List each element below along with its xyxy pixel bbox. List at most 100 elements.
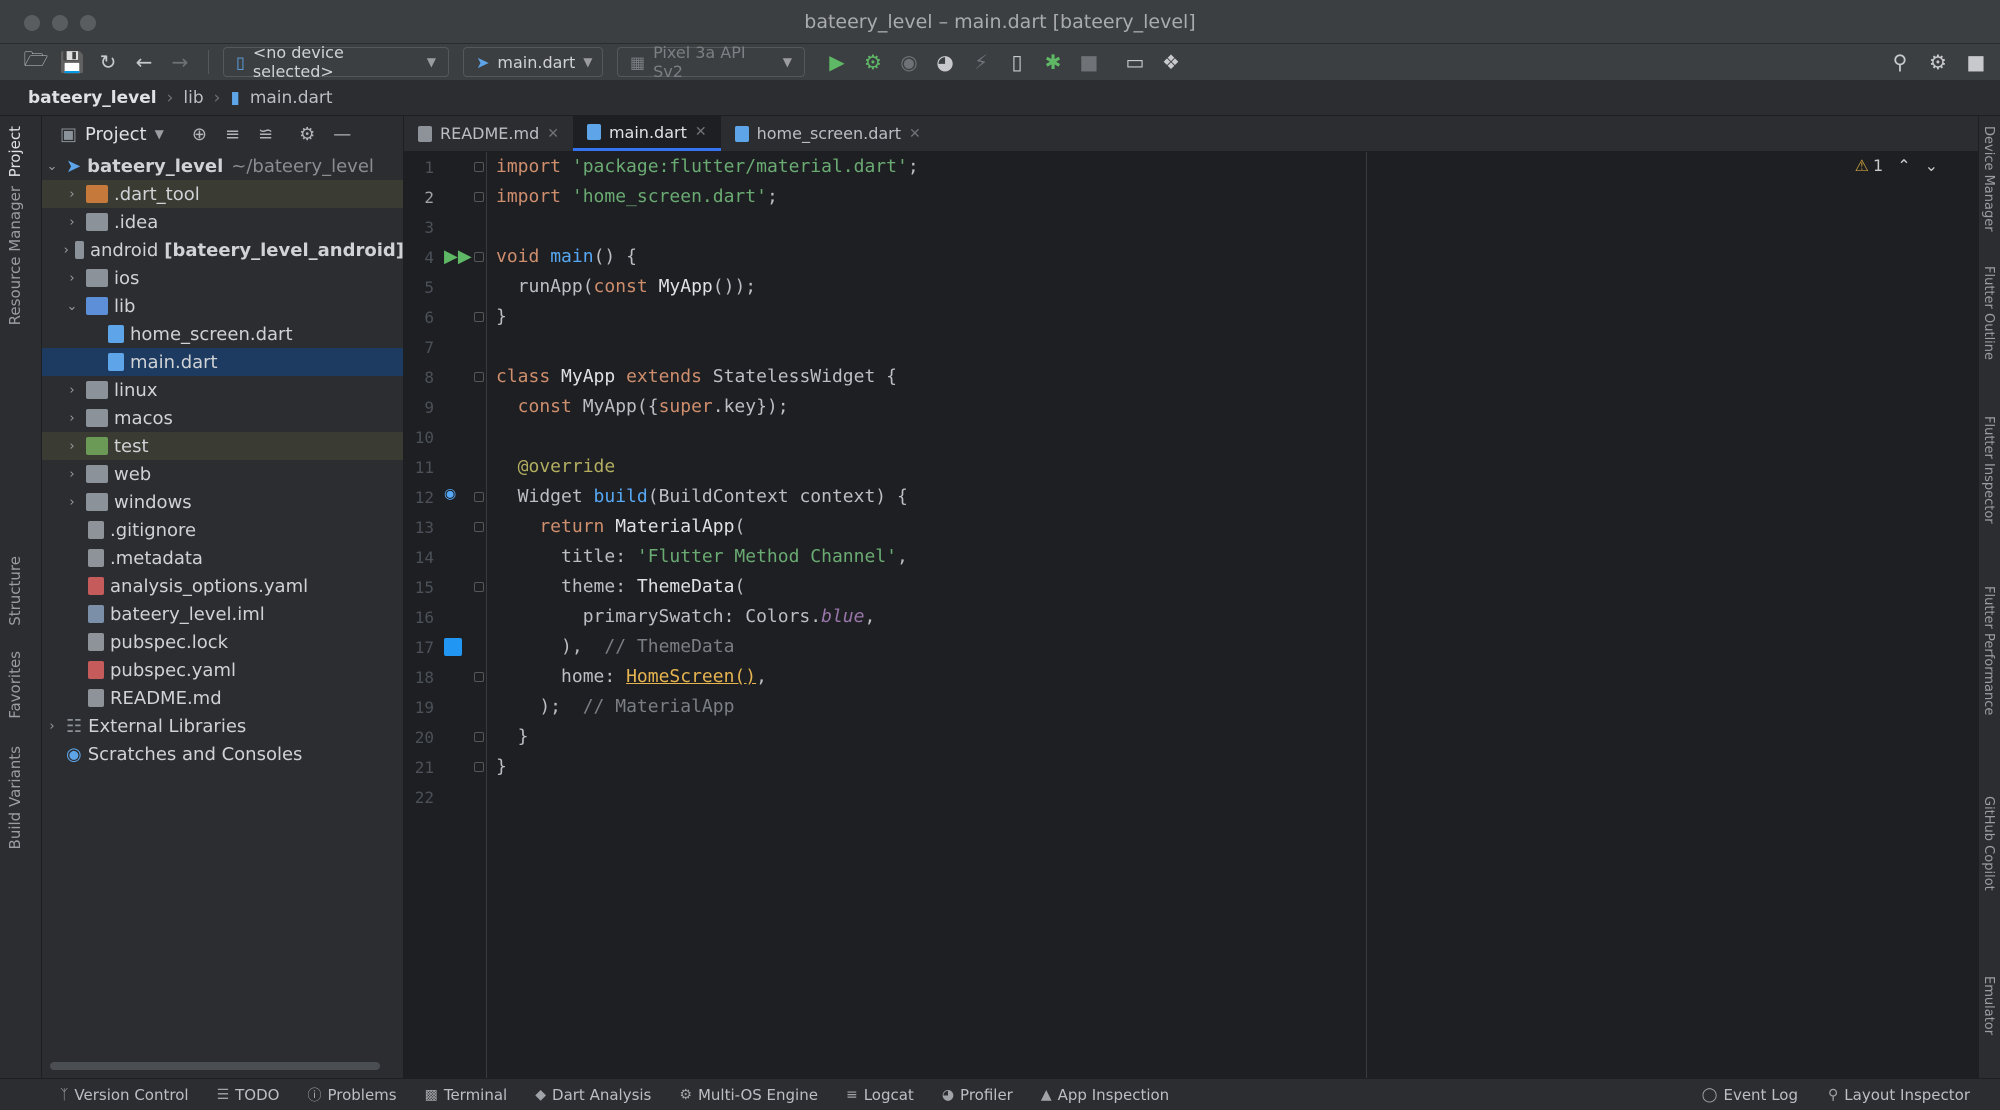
chevron-right-icon[interactable]: › bbox=[62, 439, 82, 454]
locate-icon[interactable]: ⊕ bbox=[192, 124, 207, 145]
hide-panel-icon[interactable]: — bbox=[333, 124, 351, 145]
tree-item[interactable]: pubspec.yaml bbox=[42, 656, 403, 684]
tool-tab-github-copilot[interactable]: GitHub Copilot bbox=[1981, 796, 1996, 891]
sync-icon[interactable]: ↻ bbox=[94, 48, 122, 76]
window-controls[interactable] bbox=[24, 15, 96, 31]
fold-marker-icon[interactable] bbox=[474, 372, 484, 382]
tool-tab-logcat[interactable]: ≡ Logcat bbox=[846, 1086, 914, 1104]
tree-item[interactable]: › macos bbox=[42, 404, 403, 432]
fold-marker-icon[interactable] bbox=[474, 732, 484, 742]
device-file-icon[interactable]: ▯ bbox=[1003, 48, 1031, 76]
tool-tab-emulator[interactable]: Emulator bbox=[1981, 976, 1996, 1035]
fold-marker-icon[interactable] bbox=[474, 162, 484, 172]
breadcrumb-dir[interactable]: lib bbox=[183, 88, 203, 108]
tree-item[interactable]: pubspec.lock bbox=[42, 628, 403, 656]
close-window-button[interactable] bbox=[24, 15, 40, 31]
fold-marker-icon[interactable] bbox=[474, 252, 484, 262]
chevron-right-icon[interactable]: › bbox=[62, 411, 82, 426]
tool-tab-layout-inspector[interactable]: ⚲ Layout Inspector bbox=[1828, 1086, 1970, 1104]
tool-tab-dart-analysis[interactable]: ◆ Dart Analysis bbox=[535, 1086, 651, 1104]
tool-tab-problems[interactable]: ⓘ Problems bbox=[307, 1085, 396, 1105]
debug-icon[interactable]: ⚙ bbox=[859, 48, 887, 76]
gear-icon[interactable]: ⚙ bbox=[299, 124, 315, 145]
tree-item[interactable]: › .idea bbox=[42, 208, 403, 236]
fold-marker-icon[interactable] bbox=[474, 192, 484, 202]
tree-item[interactable]: › ios bbox=[42, 264, 403, 292]
chevron-down-icon[interactable]: ▼ bbox=[155, 127, 164, 141]
tree-item[interactable]: ◉ Scratches and Consoles bbox=[42, 740, 403, 768]
device-selector[interactable]: ▯ <no device selected> ▼ bbox=[223, 43, 449, 81]
tool-tab-resource-manager[interactable]: Resource Manager bbox=[6, 186, 24, 325]
apply-changes-icon[interactable]: ✱ bbox=[1039, 48, 1067, 76]
tool-tab-version-control[interactable]: ᛉ Version Control bbox=[60, 1086, 189, 1104]
fold-marker-icon[interactable] bbox=[474, 492, 484, 502]
sdk-manager-icon[interactable]: ❖ bbox=[1157, 48, 1185, 76]
tree-root[interactable]: ⌄ ➤ bateery_level ~/bateery_level bbox=[42, 152, 403, 180]
tree-item[interactable]: .metadata bbox=[42, 544, 403, 572]
fold-marker-icon[interactable] bbox=[474, 312, 484, 322]
horizontal-scrollbar[interactable] bbox=[50, 1062, 380, 1070]
tree-item[interactable]: › android [bateery_level_android] bbox=[42, 236, 403, 264]
tree-item[interactable]: › web bbox=[42, 460, 403, 488]
close-icon[interactable]: ✕ bbox=[547, 126, 559, 142]
back-icon[interactable]: ← bbox=[130, 48, 158, 76]
tab-home-screen-dart[interactable]: home_screen.dart ✕ bbox=[721, 116, 935, 151]
tree-item[interactable]: › test bbox=[42, 432, 403, 460]
chevron-right-icon[interactable]: › bbox=[62, 271, 82, 286]
chevron-right-icon[interactable]: › bbox=[62, 467, 82, 482]
chevron-down-icon[interactable]: ⌄ bbox=[42, 159, 62, 174]
device-manager-icon[interactable]: ▭ bbox=[1121, 48, 1149, 76]
tab-readme[interactable]: README.md ✕ bbox=[404, 116, 573, 151]
chevron-right-icon[interactable]: › bbox=[42, 719, 62, 734]
tree-item[interactable]: › ☷ External Libraries bbox=[42, 712, 403, 740]
tree-item[interactable]: home_screen.dart bbox=[42, 320, 403, 348]
close-icon[interactable]: ✕ bbox=[909, 126, 921, 142]
code-editor[interactable]: ⚠ 1 ⌃ ⌄ 1 2 3 4 5 6 7 8 9 10 11 12 13 14… bbox=[404, 152, 1978, 1078]
open-folder-icon[interactable]: 🗁 bbox=[22, 47, 50, 76]
avatar[interactable]: ■ bbox=[1962, 48, 1990, 76]
chevron-right-icon[interactable]: › bbox=[62, 495, 82, 510]
tool-tab-profiler[interactable]: ◕ Profiler bbox=[942, 1086, 1013, 1104]
tool-tab-event-log[interactable]: ◯ Event Log bbox=[1702, 1086, 1798, 1104]
tool-tab-flutter-inspector[interactable]: Flutter Inspector bbox=[1981, 416, 1996, 524]
tab-main-dart[interactable]: main.dart ✕ bbox=[572, 116, 721, 151]
tool-tab-build-variants[interactable]: Build Variants bbox=[6, 746, 24, 849]
maximize-window-button[interactable] bbox=[80, 15, 96, 31]
tree-item[interactable]: .gitignore bbox=[42, 516, 403, 544]
breadcrumb-file[interactable]: main.dart bbox=[250, 88, 333, 108]
tree-item[interactable]: bateery_level.iml bbox=[42, 600, 403, 628]
fold-marker-icon[interactable] bbox=[474, 522, 484, 532]
gear-icon[interactable]: ⚙ bbox=[1924, 48, 1952, 76]
color-swatch-icon[interactable] bbox=[444, 638, 462, 656]
project-view-selector[interactable]: Project bbox=[85, 124, 147, 145]
emulator-selector[interactable]: ▦ Pixel 3a API Sv2 ▼ bbox=[617, 43, 805, 81]
override-gutter-icon[interactable]: ◉ bbox=[444, 486, 462, 504]
tool-tab-structure[interactable]: Structure bbox=[6, 556, 24, 626]
run-gutter-icon[interactable]: ▶▶ bbox=[444, 246, 472, 267]
tool-tab-app-inspection[interactable]: ▲ App Inspection bbox=[1041, 1086, 1169, 1104]
tree-item[interactable]: ⌄ lib bbox=[42, 292, 403, 320]
run-config-selector[interactable]: ➤ main.dart ▼ bbox=[463, 47, 603, 77]
hot-reload-icon[interactable]: ⚡ bbox=[967, 48, 995, 76]
tree-item[interactable]: README.md bbox=[42, 684, 403, 712]
profile-icon[interactable]: ◕ bbox=[931, 48, 959, 76]
tool-tab-device-manager[interactable]: Device Manager bbox=[1981, 126, 1996, 232]
tree-item[interactable]: analysis_options.yaml bbox=[42, 572, 403, 600]
save-icon[interactable]: 💾 bbox=[58, 48, 86, 76]
tool-tab-todo[interactable]: ☰ TODO bbox=[217, 1086, 280, 1104]
tree-item[interactable]: › linux bbox=[42, 376, 403, 404]
tool-tab-terminal[interactable]: ▩ Terminal bbox=[425, 1086, 508, 1104]
tool-tab-flutter-performance[interactable]: Flutter Performance bbox=[1981, 586, 1996, 715]
fold-marker-icon[interactable] bbox=[474, 762, 484, 772]
run-icon[interactable]: ▶ bbox=[823, 48, 851, 76]
search-icon[interactable]: ⚲ bbox=[1886, 48, 1914, 76]
tool-tab-multi-os-engine[interactable]: ⚙ Multi-OS Engine bbox=[679, 1086, 818, 1104]
tree-item[interactable]: main.dart bbox=[42, 348, 403, 376]
forward-icon[interactable]: → bbox=[166, 48, 194, 76]
chevron-right-icon[interactable]: › bbox=[62, 243, 71, 258]
tree-item[interactable]: › .dart_tool bbox=[42, 180, 403, 208]
breadcrumb-project[interactable]: bateery_level bbox=[28, 88, 157, 108]
chevron-down-icon[interactable]: ⌄ bbox=[62, 299, 82, 314]
tool-tab-flutter-outline[interactable]: Flutter Outline bbox=[1981, 266, 1996, 360]
tree-item[interactable]: › windows bbox=[42, 488, 403, 516]
